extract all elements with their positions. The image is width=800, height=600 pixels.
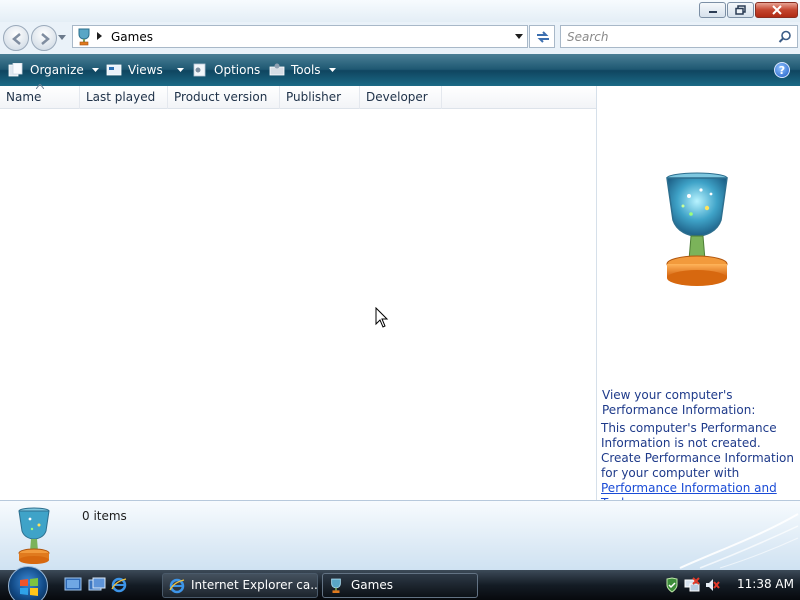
column-header-last-played[interactable]: Last played [80,86,168,109]
show-desktop-icon[interactable] [64,577,82,593]
options-button[interactable]: Options [192,61,260,79]
window-controls [699,2,798,18]
network-icon[interactable] [684,577,700,593]
column-header-product-version[interactable]: Product version [168,86,280,109]
back-button[interactable] [3,25,29,51]
views-button[interactable]: Views [106,61,184,79]
item-count: 0 items [82,509,127,523]
maximize-button[interactable] [727,2,754,18]
column-headers: Name Last played Product version Publish… [0,84,596,109]
views-label: Views [128,63,163,77]
games-trophy-icon [78,28,90,46]
breadcrumb-separator-icon[interactable] [97,32,103,40]
games-trophy-icon [666,172,728,286]
sort-ascending-icon [36,84,44,89]
search-placeholder: Search [567,30,609,44]
title-bar [0,0,800,22]
column-header-developer[interactable]: Developer [360,86,442,109]
column-header-publisher[interactable]: Publisher [280,86,360,109]
restore-icon [734,5,746,15]
options-icon [193,63,206,77]
tools-label: Tools [291,63,321,77]
internet-explorer-icon [169,578,185,594]
decorative-swoosh [679,513,799,569]
performance-info-heading[interactable]: View your computer's Performance Informa… [602,388,798,418]
taskbar-item-label: Games [351,578,393,592]
address-row: Games Search [0,22,800,54]
details-bar: 0 items [0,500,800,570]
performance-create-text: Create Performance Information for your … [601,451,795,480]
forward-arrow-icon [41,33,50,45]
refresh-button[interactable] [529,25,555,48]
close-icon [771,5,782,15]
recent-pages-dropdown-icon[interactable] [58,35,66,40]
search-box[interactable]: Search [560,25,798,48]
games-trophy-small-icon [18,507,50,564]
tools-icon [269,63,285,76]
taskbar-item-internet-explorer[interactable]: Internet Explorer ca... [162,573,318,598]
clock[interactable]: 11:38 AM [737,577,794,591]
views-icon [106,64,122,76]
column-header-name-label: Name [6,90,42,104]
switch-windows-icon[interactable] [88,577,106,593]
command-bar: Organize Views Options Tools ? [0,54,800,86]
refresh-icon [537,31,549,43]
system-tray [664,577,720,593]
taskbar-item-label: Internet Explorer ca... [191,578,318,592]
taskbar-item-games[interactable]: Games [322,573,478,598]
organize-label: Organize [30,63,84,77]
taskbar: Internet Explorer ca... Games 11:38 AM [0,566,800,600]
windows-logo-icon [20,578,38,596]
tools-button[interactable]: Tools [269,61,336,79]
games-trophy-icon [331,578,341,593]
help-button[interactable]: ? [774,62,790,78]
security-center-icon[interactable] [664,577,680,593]
minimize-icon [708,11,717,13]
tools-caret-icon [328,68,336,72]
start-button[interactable] [8,566,48,600]
performance-not-created-text: This computer's Performance Information … [601,421,777,450]
breadcrumb-games[interactable]: Games [111,30,153,44]
volume-muted-icon[interactable] [704,577,720,593]
back-arrow-icon [12,33,21,45]
organize-icon [8,63,23,77]
minimize-button[interactable] [699,2,726,18]
options-label: Options [214,63,261,77]
close-button[interactable] [755,2,798,18]
details-pane: View your computer's Performance Informa… [596,86,800,510]
performance-info-text: This computer's Performance Information … [601,421,797,511]
internet-explorer-icon[interactable] [111,577,127,593]
mouse-cursor-icon [375,307,389,328]
address-bar[interactable]: Games [72,25,528,48]
search-icon[interactable] [778,30,792,44]
column-header-name[interactable]: Name [0,84,80,109]
address-dropdown-icon[interactable] [515,34,523,39]
organize-caret-icon [91,68,99,72]
file-list[interactable]: Name Last played Product version Publish… [0,84,596,500]
organize-button[interactable]: Organize [8,61,99,79]
views-caret-icon [176,68,184,72]
forward-button[interactable] [31,25,57,51]
